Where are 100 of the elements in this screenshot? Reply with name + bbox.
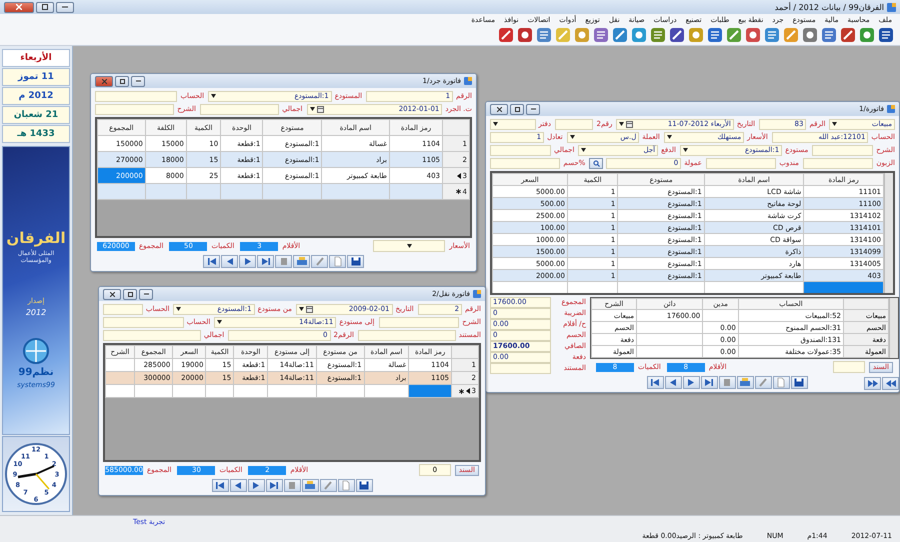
- tool-icon[interactable]: [707, 27, 723, 43]
- text-field[interactable]: [103, 316, 184, 328]
- nav-button[interactable]: [682, 376, 700, 389]
- text-field[interactable]: [95, 104, 174, 114]
- nav-button[interactable]: [790, 376, 808, 389]
- nav-button[interactable]: [736, 376, 754, 389]
- nav-button[interactable]: [664, 376, 682, 389]
- minimize-icon: [62, 6, 68, 8]
- tool-icon[interactable]: [878, 27, 894, 43]
- tool-icon[interactable]: [650, 27, 666, 43]
- scrollbar[interactable]: [884, 173, 893, 293]
- last-record-icon: [268, 480, 280, 491]
- date-label: 1433 هـ: [2, 125, 70, 143]
- text-field[interactable]: [358, 330, 456, 340]
- nav-button[interactable]: [266, 479, 282, 492]
- tool-icon[interactable]: [517, 27, 533, 43]
- date-label: 21 شعبان: [2, 106, 70, 124]
- restore-button[interactable]: [510, 104, 524, 114]
- text-field[interactable]: [95, 90, 178, 102]
- close-icon: [102, 78, 106, 84]
- dropdown-field[interactable]: [490, 118, 536, 130]
- text-field[interactable]: [378, 316, 460, 328]
- nav-button[interactable]: [864, 377, 881, 390]
- minimize-icon: [144, 293, 148, 295]
- caret-icon: [406, 244, 412, 248]
- voucher-field[interactable]: [832, 361, 865, 373]
- tool-icon[interactable]: [840, 27, 856, 43]
- restore-button[interactable]: [115, 76, 129, 86]
- tool-icon[interactable]: [821, 27, 837, 43]
- restore-button[interactable]: [123, 288, 137, 300]
- first-record-icon: [206, 256, 218, 267]
- tool-icon[interactable]: [859, 27, 875, 43]
- nav-button[interactable]: [347, 255, 364, 268]
- close-button[interactable]: [103, 288, 121, 300]
- tool-icon[interactable]: [498, 27, 514, 43]
- nav-button[interactable]: [203, 255, 220, 268]
- tool-icon[interactable]: [669, 27, 685, 43]
- caret-icon: [682, 148, 688, 152]
- text-field[interactable]: [102, 304, 143, 314]
- minimize-button[interactable]: [131, 76, 145, 86]
- summary-field[interactable]: [490, 362, 551, 374]
- text-field[interactable]: [812, 144, 874, 156]
- close-icon: [16, 4, 22, 10]
- nav-button[interactable]: [230, 479, 246, 492]
- last-record-icon: [703, 377, 715, 388]
- minimize-button[interactable]: [139, 288, 153, 300]
- pencil-icon: [314, 256, 326, 267]
- maximize-button[interactable]: [36, 2, 54, 12]
- pencil-icon: [757, 377, 769, 388]
- double-right-icon: [866, 378, 878, 389]
- caret-icon: [570, 135, 575, 139]
- calendar-icon: [316, 106, 324, 112]
- nav-button[interactable]: [700, 376, 718, 389]
- close-button[interactable]: [95, 76, 113, 86]
- nav-button[interactable]: [239, 255, 256, 268]
- tool-icon[interactable]: [536, 27, 552, 43]
- nav-button[interactable]: [257, 255, 274, 268]
- restore-icon: [42, 4, 48, 10]
- first-record-icon: [649, 377, 661, 388]
- text-field[interactable]: [802, 158, 874, 168]
- tool-icon[interactable]: [764, 27, 780, 43]
- pencil-icon: [322, 480, 334, 491]
- text-field[interactable]: [200, 104, 280, 114]
- tool-icon[interactable]: [745, 27, 761, 43]
- caret-icon: [581, 148, 586, 152]
- text-field[interactable]: [490, 144, 552, 156]
- caret-icon: [666, 135, 672, 139]
- minimize-button[interactable]: [526, 104, 540, 114]
- tool-icon[interactable]: [612, 27, 628, 43]
- tool-icon[interactable]: [802, 27, 818, 43]
- nav-button[interactable]: [248, 479, 264, 492]
- tool-icon[interactable]: [726, 27, 742, 43]
- text-field[interactable]: [103, 330, 201, 340]
- window-icon: [473, 290, 481, 298]
- nav-button[interactable]: [293, 255, 310, 268]
- minimize-button[interactable]: [56, 2, 74, 12]
- caret-icon: [298, 307, 304, 311]
- printer-icon: [296, 256, 308, 267]
- nav-button[interactable]: [646, 376, 664, 389]
- nav-button[interactable]: [302, 479, 318, 492]
- calendar-icon: [306, 306, 313, 312]
- lookup-button[interactable]: [589, 158, 604, 168]
- brand-name: نظم99: [18, 366, 54, 378]
- text-field[interactable]: [554, 118, 594, 130]
- scrollbar[interactable]: [889, 298, 898, 358]
- close-button[interactable]: [4, 2, 34, 12]
- text-field[interactable]: [490, 158, 560, 168]
- nav-button[interactable]: [356, 479, 372, 492]
- text-field[interactable]: [706, 158, 776, 168]
- date-label: 2012 م: [2, 87, 70, 105]
- window-icon: [464, 77, 472, 85]
- close-button[interactable]: [490, 104, 508, 114]
- table-row[interactable]: [492, 282, 884, 293]
- nav-button[interactable]: [221, 255, 238, 268]
- nav-button[interactable]: [212, 479, 228, 492]
- restore-icon: [514, 106, 520, 112]
- row-pointer-icon: [466, 388, 470, 394]
- dropdown-field[interactable]: [373, 240, 446, 252]
- tool-icon[interactable]: [593, 27, 609, 43]
- nav-button[interactable]: [882, 377, 899, 390]
